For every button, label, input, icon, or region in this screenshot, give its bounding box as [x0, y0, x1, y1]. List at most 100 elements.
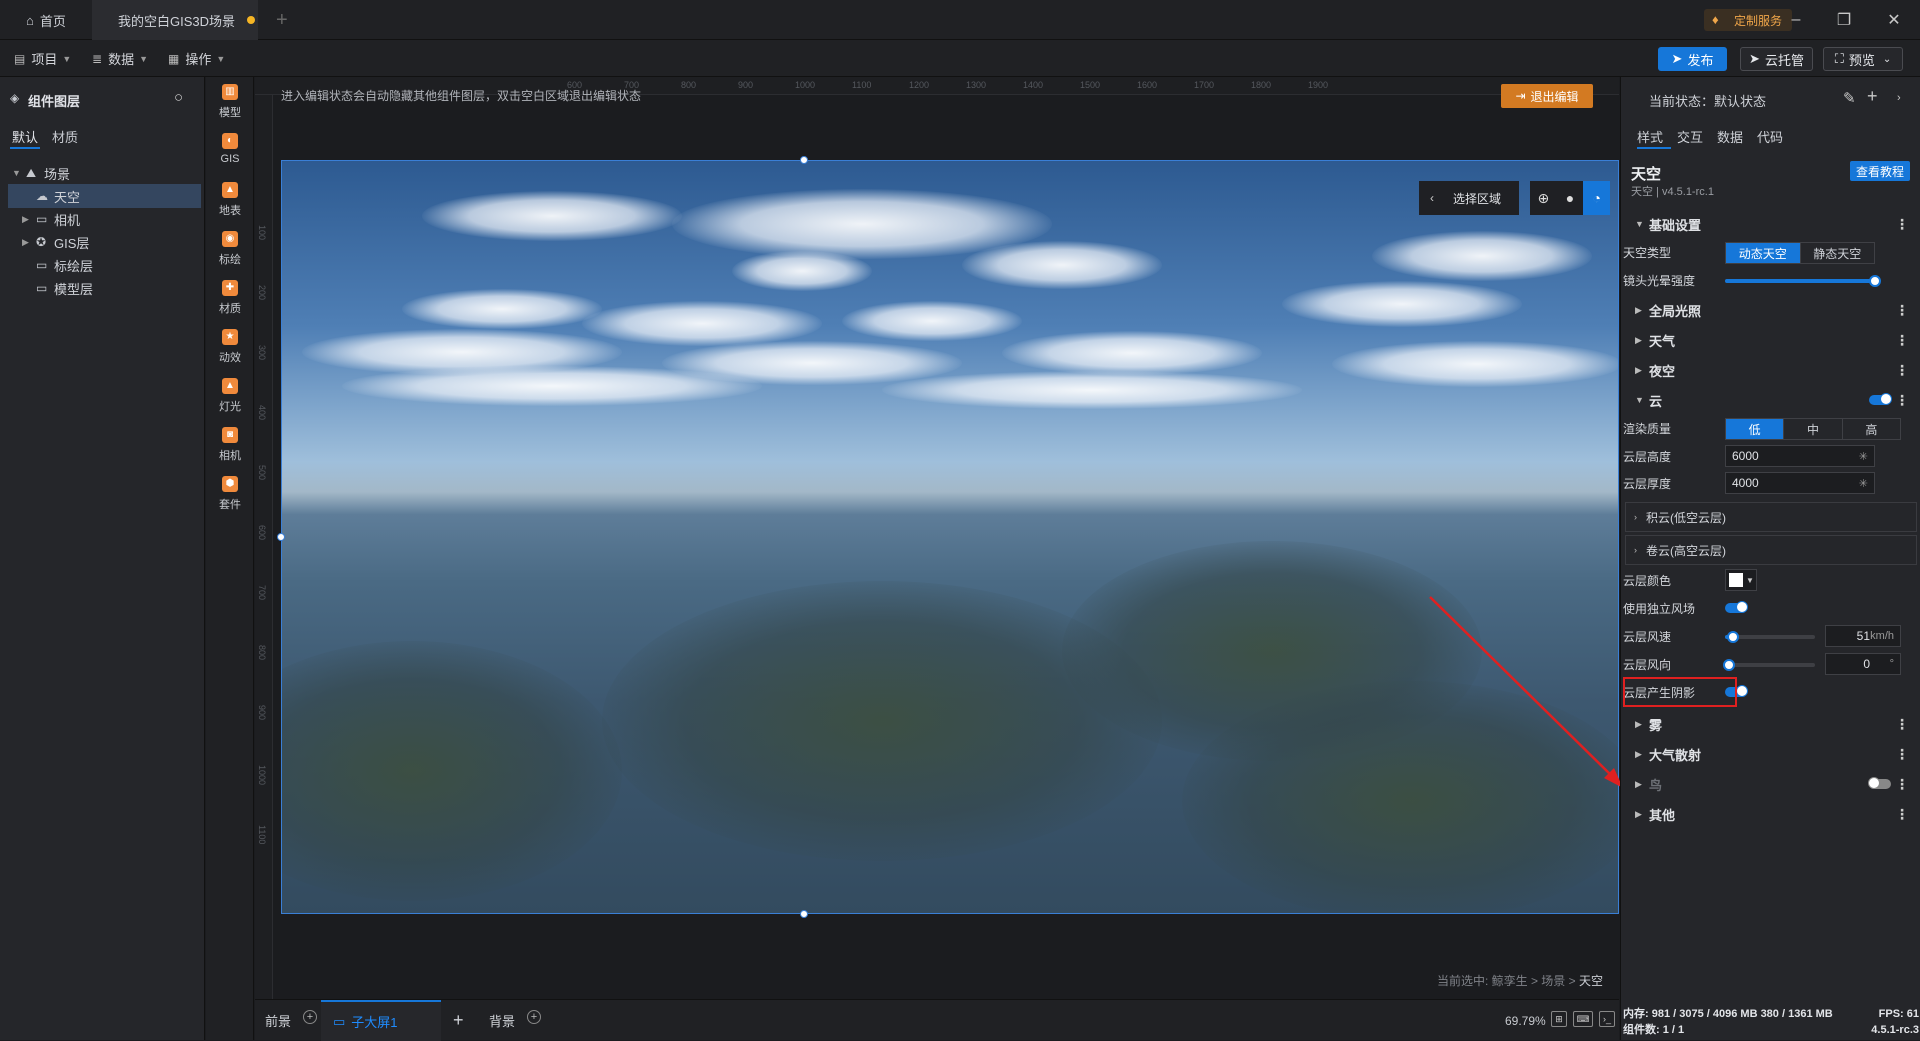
more-icon[interactable]: ⋮: [1895, 392, 1909, 409]
bird-toggle[interactable]: [1868, 777, 1891, 789]
add-background-icon[interactable]: +: [527, 1009, 542, 1024]
wind-dir-slider[interactable]: [1723, 659, 1815, 671]
section-atmosphere[interactable]: ▶ 大气散射 ⋮: [1621, 739, 1920, 769]
menu-operate[interactable]: ▦ 操作 ▼: [168, 40, 225, 77]
slider-knob[interactable]: [1723, 659, 1735, 671]
screen-tab[interactable]: ▭ 子大屏1: [321, 1000, 441, 1041]
foreground-layer[interactable]: 前景 +: [265, 1000, 318, 1041]
chevron-right-icon[interactable]: ›: [1897, 92, 1901, 104]
subsection-cumulus[interactable]: › 积云(低空云层): [1625, 502, 1917, 532]
tab-style[interactable]: 样式: [1637, 127, 1663, 146]
keyboard-icon[interactable]: ⌨: [1573, 1011, 1593, 1027]
cloud-height-input[interactable]: 6000 ✳: [1725, 445, 1875, 467]
wind-speed-input[interactable]: 51 km/h: [1825, 625, 1901, 647]
more-icon[interactable]: ⋮: [1895, 332, 1909, 349]
exit-edit-button[interactable]: ⇥ 退出编辑: [1501, 84, 1593, 108]
editor-canvas[interactable]: 600 700 800 900 1000 1100 1200 1300 1400 1500 1600…: [255, 77, 1619, 999]
tab-interaction[interactable]: 交互: [1677, 127, 1703, 146]
more-icon[interactable]: ⋮: [1895, 746, 1909, 763]
render-quality-high[interactable]: 高: [1841, 419, 1900, 439]
caret-right-icon[interactable]: ▶: [22, 237, 36, 248]
terminal-icon[interactable]: ›_: [1599, 1011, 1615, 1027]
tool-light[interactable]: ▲ 灯光: [206, 378, 254, 414]
tree-item[interactable]: ☁ 天空: [8, 184, 201, 208]
tool-plot[interactable]: ◉ 标绘: [206, 231, 254, 267]
zoom-level[interactable]: 69.79%: [1505, 1014, 1546, 1028]
caret-down-icon[interactable]: ▼: [12, 168, 26, 178]
section-other[interactable]: ▶ 其他 ⋮: [1621, 799, 1920, 829]
sphere-view-icon[interactable]: ●: [1557, 181, 1584, 215]
more-icon[interactable]: ⋮: [1895, 716, 1909, 733]
section-cloud[interactable]: ▼ 云 ⋮: [1621, 385, 1920, 415]
tree-item[interactable]: ▶ ▭ 相机: [8, 207, 201, 231]
more-icon[interactable]: ⋮: [1895, 216, 1909, 233]
edit-icon[interactable]: ✎: [1843, 89, 1856, 107]
publish-button[interactable]: ➤ 发布: [1658, 47, 1727, 71]
resize-handle[interactable]: [800, 156, 808, 164]
menu-project[interactable]: ▤ 项目 ▼: [14, 40, 71, 77]
independent-wind-toggle[interactable]: [1725, 601, 1748, 613]
tree-item[interactable]: ▶ ✪ GIS层: [8, 230, 201, 254]
subsection-cirrus[interactable]: › 卷云(高空云层): [1625, 535, 1917, 565]
tree-item[interactable]: ▼ ⛰ 场景: [8, 161, 201, 185]
minimize-button[interactable]: –: [1772, 0, 1820, 40]
render-quality-mid[interactable]: 中: [1783, 419, 1841, 439]
resize-handle[interactable]: [277, 533, 285, 541]
add-icon[interactable]: +: [1867, 86, 1878, 107]
section-night-sky[interactable]: ▶ 夜空 ⋮: [1621, 355, 1920, 385]
more-icon[interactable]: ⋮: [1895, 302, 1909, 319]
more-icon[interactable]: ⋮: [1895, 776, 1909, 793]
tree-item[interactable]: ▭ 模型层: [8, 276, 201, 300]
maximize-button[interactable]: ❐: [1820, 0, 1868, 40]
sky-type-static[interactable]: 静态天空: [1799, 243, 1875, 263]
more-icon[interactable]: ⋮: [1895, 806, 1909, 823]
tab-code[interactable]: 代码: [1757, 127, 1783, 146]
cloud-color-picker[interactable]: ▼: [1725, 569, 1757, 591]
view-tutorial-button[interactable]: 查看教程: [1850, 161, 1910, 181]
cloud-thickness-input[interactable]: 4000 ✳: [1725, 472, 1875, 494]
tab-scene[interactable]: 我的空白GIS3D场景: [92, 0, 258, 40]
preview-button[interactable]: ⛶ 预览 ⌄: [1823, 47, 1903, 71]
close-window-button[interactable]: ✕: [1870, 0, 1918, 40]
more-icon[interactable]: ⋮: [1895, 362, 1909, 379]
menu-data[interactable]: ≣ 数据 ▼: [92, 40, 148, 77]
section-basic-settings[interactable]: ▼ 基础设置 ⋮: [1621, 209, 1920, 239]
slider-knob[interactable]: [1869, 275, 1881, 287]
tab-home[interactable]: ⌂ 首页: [0, 0, 92, 40]
section-fog[interactable]: ▶ 雾 ⋮: [1621, 709, 1920, 739]
render-quality-low[interactable]: 低: [1726, 419, 1784, 439]
tool-model[interactable]: ▥ 模型: [206, 84, 254, 120]
tool-camera[interactable]: ◙ 相机: [206, 427, 254, 463]
tool-effect[interactable]: ★ 动效: [206, 329, 254, 365]
tool-terrain[interactable]: ▲ 地表: [206, 182, 254, 218]
globe-view-icon[interactable]: ⊕: [1530, 181, 1557, 215]
sky-type-dynamic[interactable]: 动态天空: [1726, 243, 1800, 263]
resize-handle[interactable]: [800, 910, 808, 918]
tool-kit[interactable]: ⬢ 套件: [206, 476, 254, 512]
add-foreground-icon[interactable]: +: [303, 1009, 318, 1024]
wind-speed-slider[interactable]: [1725, 631, 1815, 643]
section-global-light[interactable]: ▶ 全局光照 ⋮: [1621, 295, 1920, 325]
scene-viewport[interactable]: ‹ 选择区域 ⊕ ● ◔: [281, 160, 1619, 914]
tab-data[interactable]: 数据: [1717, 127, 1743, 146]
tool-material[interactable]: ✚ 材质: [206, 280, 254, 316]
caret-right-icon[interactable]: ▶: [22, 214, 36, 225]
slider-knob[interactable]: [1727, 631, 1739, 643]
cloud-host-button[interactable]: ➤ 云托管: [1740, 47, 1813, 71]
search-icon[interactable]: ○: [174, 89, 183, 106]
add-tab-button[interactable]: +: [276, 0, 288, 40]
select-region-control[interactable]: ‹ 选择区域: [1419, 181, 1519, 215]
layers-tab-material[interactable]: 材质: [52, 127, 78, 146]
chevron-left-icon[interactable]: ‹: [1419, 191, 1445, 205]
layers-tab-default[interactable]: 默认: [12, 127, 38, 146]
lens-flare-slider[interactable]: [1725, 275, 1881, 287]
tree-item[interactable]: ▭ 标绘层: [8, 253, 201, 277]
section-weather[interactable]: ▶ 天气 ⋮: [1621, 325, 1920, 355]
cloud-toggle[interactable]: [1869, 393, 1892, 405]
wind-dir-input[interactable]: 0 °: [1825, 653, 1901, 675]
background-layer[interactable]: 背景 +: [489, 1000, 542, 1041]
add-screen-button[interactable]: +: [453, 1000, 464, 1041]
section-bird[interactable]: ▶ 鸟 ⋮: [1621, 769, 1920, 799]
fit-screen-icon[interactable]: ⊞: [1551, 1011, 1567, 1027]
tool-gis[interactable]: ◐ GIS: [206, 133, 254, 165]
